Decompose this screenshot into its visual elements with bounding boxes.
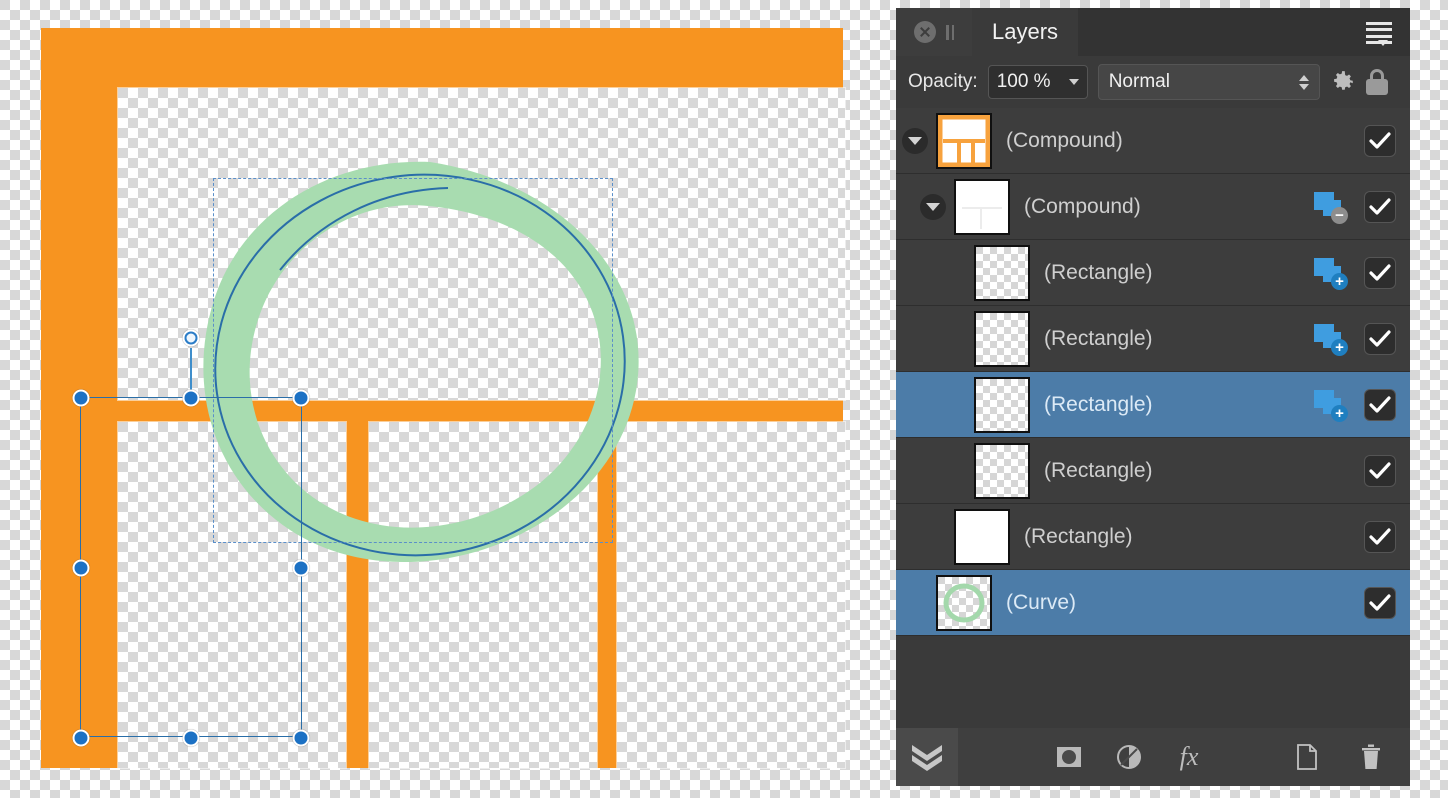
layer-row[interactable]: (Rectangle) + — [896, 306, 1410, 372]
boolean-add-icon[interactable]: + — [1314, 323, 1348, 356]
panel-tab-controls — [896, 8, 972, 56]
opacity-input[interactable]: 100 % — [987, 65, 1088, 99]
layer-thumbnail[interactable] — [974, 442, 1030, 499]
handle-bottom-center[interactable] — [182, 729, 200, 747]
panel-menu-icon[interactable] — [1366, 22, 1396, 46]
disclosure-triangle-icon[interactable] — [920, 193, 946, 220]
layer-name: (Curve) — [1006, 590, 1077, 614]
layer-thumbnail[interactable] — [954, 178, 1010, 235]
layer-name: (Rectangle) — [1044, 260, 1153, 284]
layer-name: (Rectangle) — [1044, 326, 1153, 350]
layer-row[interactable]: (Curve) — [896, 570, 1410, 636]
adjustment-icon[interactable] — [1110, 738, 1148, 776]
blend-mode-value: Normal — [1108, 71, 1170, 92]
visibility-checkbox[interactable] — [1364, 520, 1396, 553]
layer-thumbnail[interactable] — [954, 508, 1010, 565]
layer-thumbnail[interactable] — [936, 112, 992, 169]
layer-row[interactable]: (Rectangle) — [896, 438, 1410, 504]
gear-icon[interactable] — [1330, 69, 1356, 95]
opacity-value: 100 % — [996, 71, 1051, 92]
layer-row[interactable]: (Compound) — [896, 108, 1410, 174]
grip-handle-icon[interactable] — [946, 24, 954, 40]
panel-bottom-toolbar: fx — [896, 728, 1410, 786]
layer-row[interactable]: (Rectangle) + — [896, 240, 1410, 306]
handle-top-right[interactable] — [292, 389, 310, 407]
layer-thumbnail[interactable] — [974, 244, 1030, 301]
handle-bottom-left[interactable] — [72, 729, 90, 747]
layer-thumbnail[interactable] — [936, 574, 992, 631]
fx-label: fx — [1179, 742, 1199, 771]
handle-middle-right[interactable] — [292, 559, 310, 577]
close-icon[interactable] — [914, 21, 936, 43]
lock-icon[interactable] — [1365, 69, 1388, 95]
panel-tab-bar: Layers — [896, 8, 1410, 56]
visibility-checkbox[interactable] — [1364, 388, 1396, 421]
handle-middle-left[interactable] — [72, 559, 90, 577]
layer-thumbnail[interactable] — [974, 310, 1030, 367]
handle-top-left[interactable] — [72, 389, 90, 407]
mask-icon[interactable] — [1050, 738, 1088, 776]
trash-icon[interactable] — [1352, 738, 1390, 776]
handle-top-center[interactable] — [182, 389, 200, 407]
layers-stack-icon[interactable] — [896, 728, 958, 786]
canvas-area[interactable] — [0, 0, 896, 798]
frame-cell-bottom-right — [617, 422, 845, 768]
tab-layers-label: Layers — [992, 19, 1059, 44]
layer-name: (Rectangle) — [1044, 458, 1153, 482]
disclosure-triangle-icon[interactable] — [902, 127, 928, 154]
layer-row[interactable]: (Compound) − — [896, 174, 1410, 240]
opacity-label: Opacity: — [908, 71, 978, 92]
layer-list[interactable]: (Compound) (Compound) − (Rectangle) + (Rectan… — [896, 108, 1410, 636]
layer-name: (Compound) — [1024, 194, 1141, 218]
layer-thumbnail[interactable] — [974, 376, 1030, 433]
layer-row[interactable]: (Rectangle) — [896, 504, 1410, 570]
layers-panel: Layers Opacity: 100 % Normal (Compound) … — [896, 8, 1410, 786]
tab-layers[interactable]: Layers — [972, 8, 1079, 56]
opacity-row: Opacity: 100 % Normal — [896, 56, 1410, 108]
rotation-handle[interactable] — [182, 329, 200, 347]
visibility-checkbox[interactable] — [1364, 586, 1396, 619]
visibility-checkbox[interactable] — [1364, 190, 1396, 223]
visibility-checkbox[interactable] — [1364, 322, 1396, 355]
boolean-subtract-icon[interactable]: − — [1314, 191, 1348, 224]
stepper-arrows-icon[interactable] — [1298, 74, 1309, 90]
boolean-add-icon[interactable]: + — [1314, 389, 1348, 422]
visibility-checkbox[interactable] — [1364, 256, 1396, 289]
handle-bottom-right[interactable] — [292, 729, 310, 747]
chevron-down-icon — [1378, 40, 1388, 46]
fx-icon[interactable]: fx — [1170, 738, 1208, 776]
rectangle-selection-box[interactable] — [80, 397, 302, 737]
blend-mode-select[interactable]: Normal — [1097, 64, 1320, 100]
layer-name: (Compound) — [1006, 128, 1123, 152]
new-layer-icon[interactable] — [1288, 738, 1326, 776]
layer-row[interactable]: (Rectangle) + — [896, 372, 1410, 438]
layer-name: (Rectangle) — [1024, 524, 1133, 548]
layer-name: (Rectangle) — [1044, 392, 1153, 416]
chevron-down-icon[interactable] — [1068, 79, 1079, 85]
visibility-checkbox[interactable] — [1364, 454, 1396, 487]
visibility-checkbox[interactable] — [1364, 124, 1396, 157]
boolean-add-icon[interactable]: + — [1314, 257, 1348, 290]
